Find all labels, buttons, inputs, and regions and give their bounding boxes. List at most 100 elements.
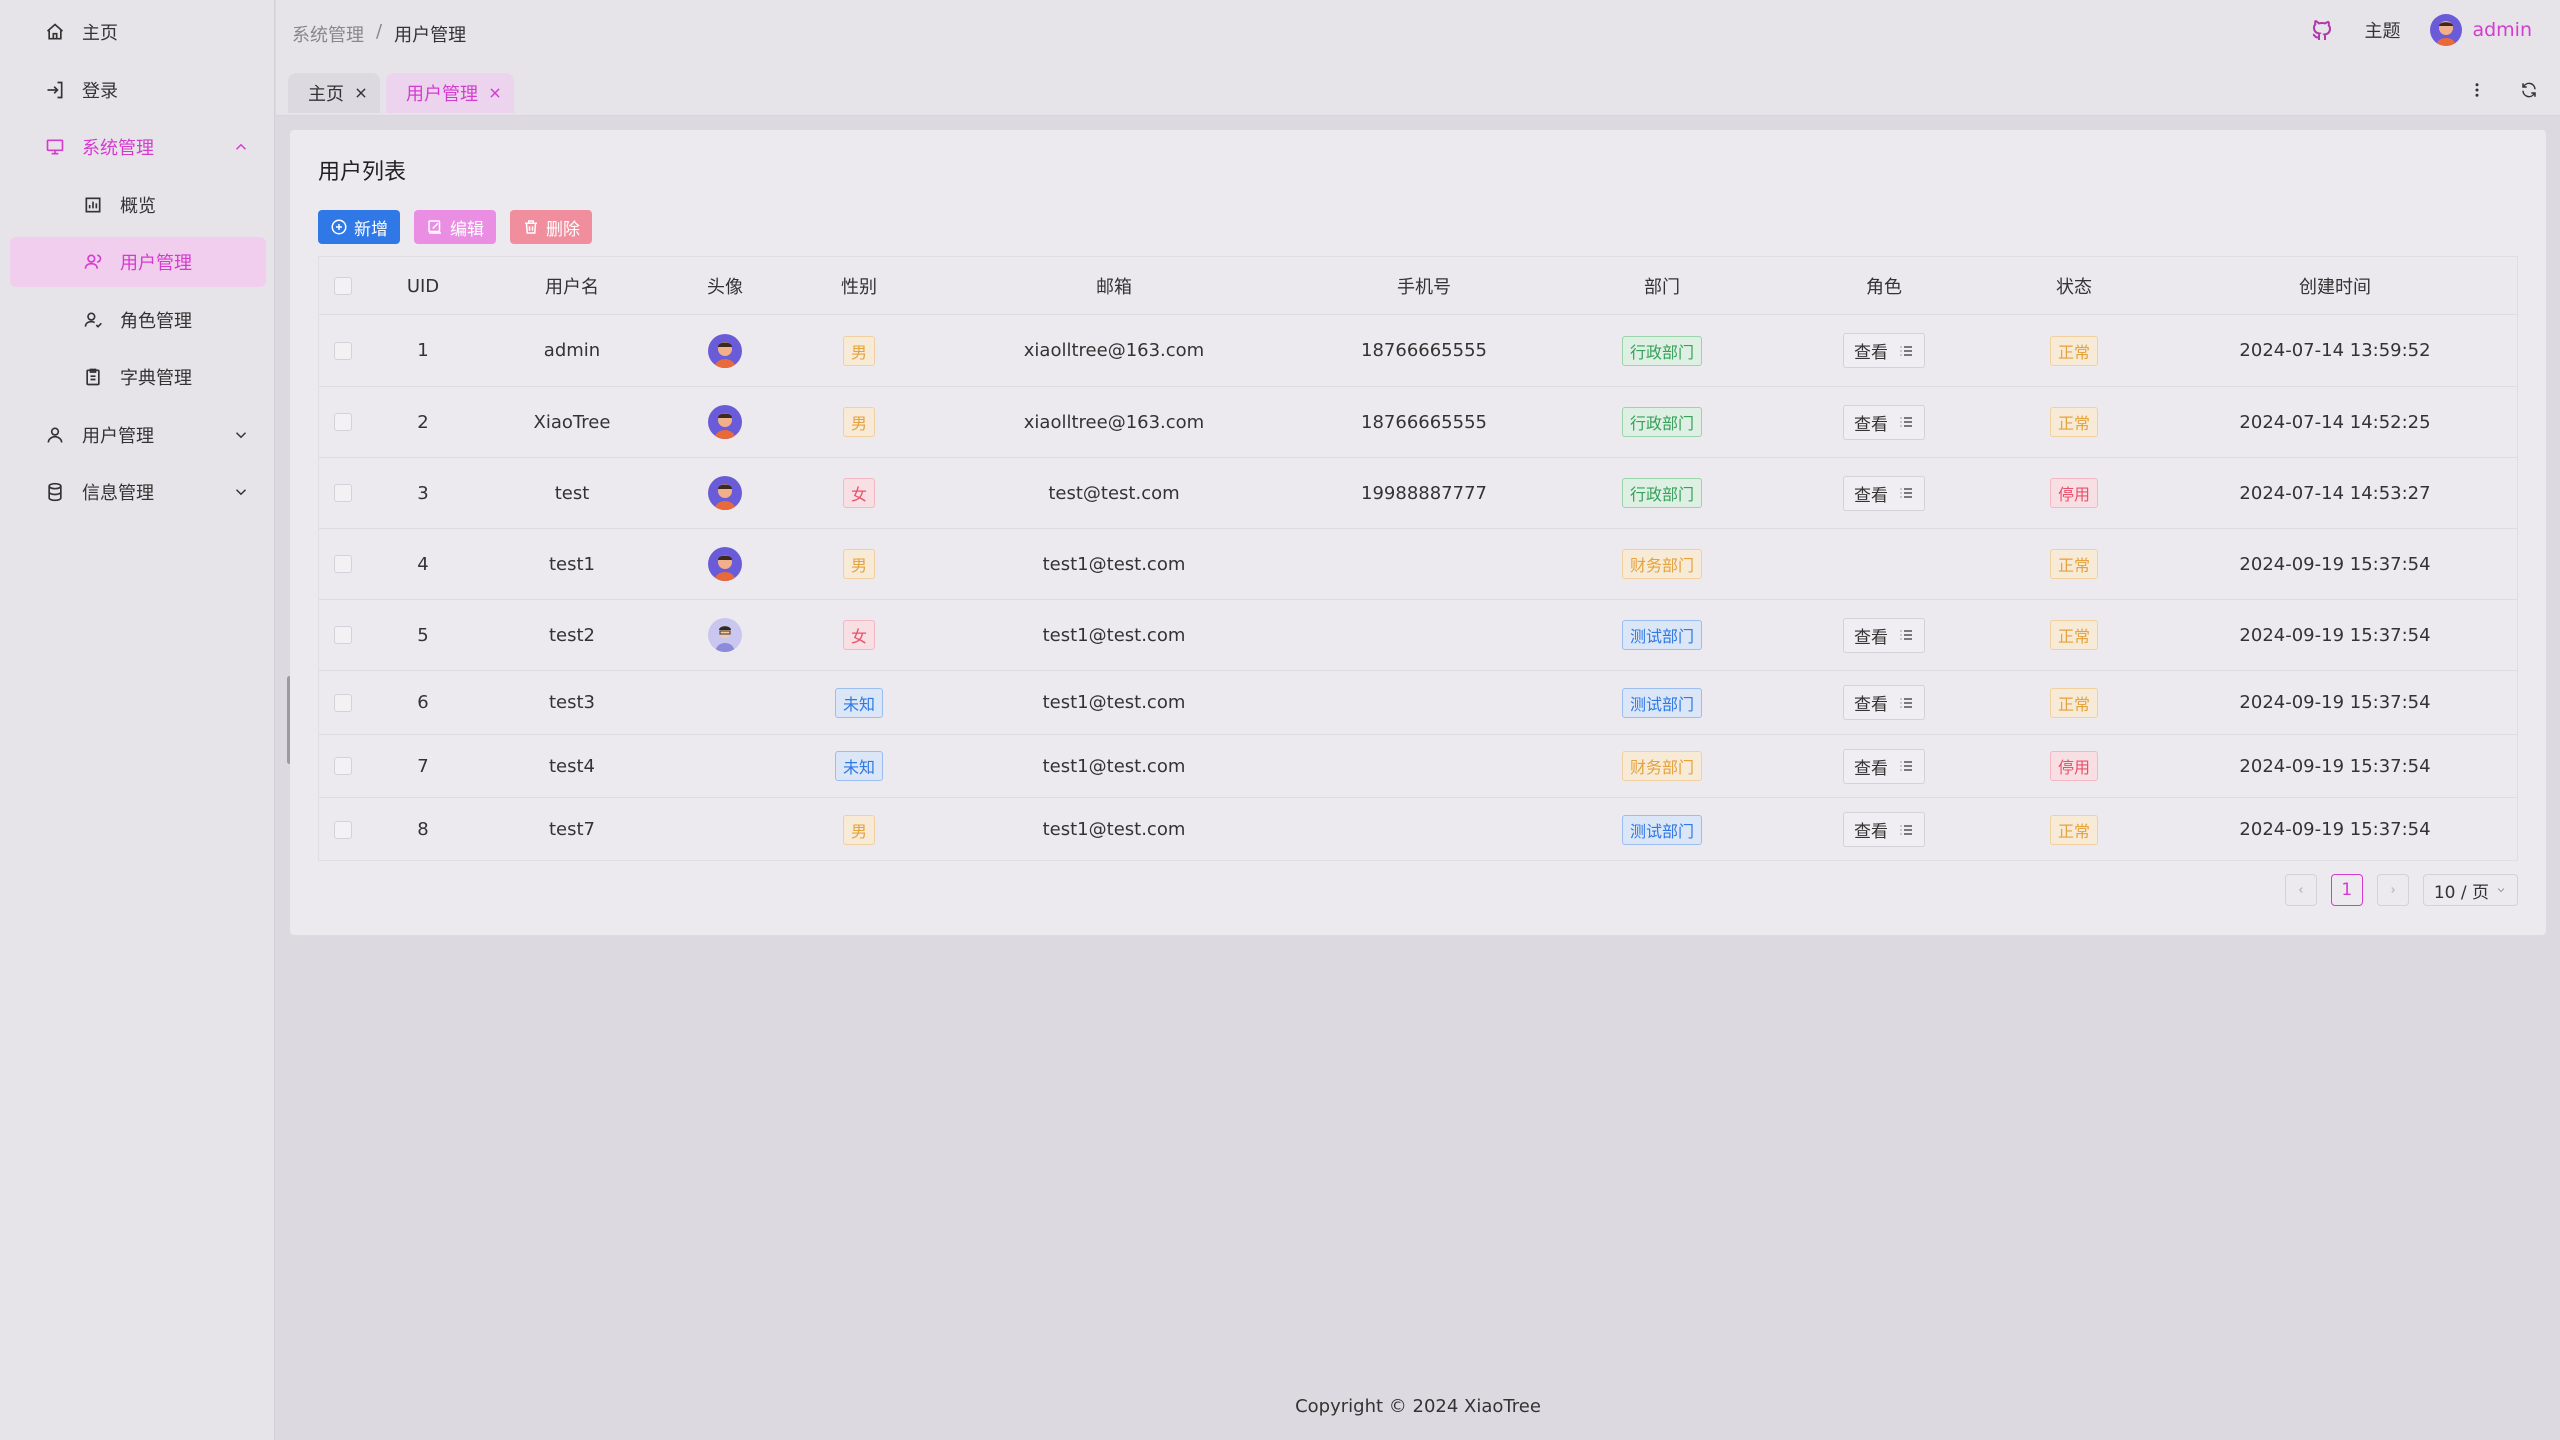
column-header[interactable]: 创建时间 — [2299, 257, 2371, 315]
prev-page-button[interactable] — [2284, 874, 2317, 906]
select-all-checkbox[interactable] — [334, 277, 352, 295]
more-vertical-icon[interactable] — [2468, 81, 2486, 99]
table-row[interactable]: 2 XiaoTree 男 xiaolltree@163.com 18766665… — [319, 387, 2517, 458]
row-checkbox[interactable] — [334, 555, 352, 573]
refresh-icon[interactable] — [2520, 81, 2538, 99]
uid-cell: 7 — [417, 755, 429, 777]
sidebar-item-roles[interactable]: 角色管理 — [10, 295, 266, 345]
github-icon[interactable] — [2310, 18, 2334, 42]
view-roles-button[interactable]: 查看 — [1843, 404, 1925, 440]
created-cell: 2024-09-19 15:37:54 — [2239, 624, 2431, 646]
sidebar-item-overview[interactable]: 概览 — [10, 180, 266, 230]
email-cell: test1@test.com — [1042, 819, 1186, 840]
row-checkbox[interactable] — [334, 413, 352, 431]
list-icon — [1900, 345, 1912, 356]
sidebar-item-label: 信息管理 — [82, 483, 154, 504]
close-icon[interactable] — [488, 86, 502, 100]
breadcrumb: 系统管理 / 用户管理 — [292, 21, 466, 47]
row-checkbox[interactable] — [334, 757, 352, 775]
table-row[interactable]: 3 test 女 test@test.com 19988887777 行政部门 … — [319, 458, 2517, 529]
tab-user-management[interactable]: 用户管理 — [386, 73, 514, 113]
user-menu[interactable]: admin — [2430, 14, 2532, 46]
status-badge: 停用 — [2049, 478, 2099, 508]
column-header[interactable]: 用户名 — [545, 257, 599, 315]
edit-button[interactable]: 编辑 — [414, 210, 496, 244]
row-checkbox[interactable] — [334, 484, 352, 502]
column-header[interactable]: UID — [407, 257, 439, 315]
add-button[interactable]: 新增 — [318, 210, 400, 244]
uid-cell: 2 — [417, 411, 429, 433]
uid-cell: 1 — [417, 340, 429, 361]
row-checkbox[interactable] — [334, 341, 352, 360]
tab-home[interactable]: 主页 — [288, 73, 380, 113]
department-tag: 测试部门 — [1621, 620, 1703, 650]
sidebar-item-dictionary[interactable]: 字典管理 — [10, 352, 266, 402]
email-cell: test1@test.com — [1042, 624, 1186, 646]
gender-tag: 男 — [842, 814, 876, 845]
column-header[interactable]: 头像 — [707, 257, 743, 315]
view-roles-label: 查看 — [1854, 485, 1888, 506]
close-icon[interactable] — [354, 86, 368, 100]
table-row[interactable]: 8 test7 男 test1@test.com 测试部门 查看 正常 2024… — [319, 798, 2517, 861]
row-checkbox[interactable] — [334, 626, 352, 644]
uid-cell: 8 — [417, 819, 429, 840]
column-header[interactable]: 部门 — [1644, 257, 1680, 315]
users-table: UID 用户名 头像 性别 邮箱 手机号 部门 角色 状态 创建时间 1 adm… — [318, 256, 2518, 861]
list-icon — [1900, 761, 1912, 771]
view-roles-button[interactable]: 查看 — [1843, 617, 1925, 653]
sidebar-item-home[interactable]: 主页 — [10, 7, 266, 57]
column-header[interactable]: 性别 — [841, 257, 877, 315]
username-cell: test — [554, 482, 590, 504]
view-roles-button[interactable]: 查看 — [1843, 475, 1925, 511]
table-row[interactable]: 4 test1 男 test1@test.com 财务部门 正常 2024-09… — [319, 529, 2517, 600]
created-cell: 2024-07-14 14:52:25 — [2239, 411, 2431, 433]
list-icon — [1900, 630, 1912, 640]
sidebar-item-user-mgmt[interactable]: 用户管理 — [10, 410, 266, 460]
department-tag: 行政部门 — [1621, 407, 1703, 437]
delete-button-label: 删除 — [546, 219, 580, 239]
page-size-select[interactable]: 10 / 页 — [2422, 874, 2518, 906]
pagination: 1 10 / 页 — [2284, 874, 2518, 906]
view-roles-label: 查看 — [1854, 822, 1888, 842]
column-header[interactable]: 邮箱 — [1096, 257, 1132, 315]
gender-tag: 女 — [842, 478, 876, 508]
delete-button[interactable]: 删除 — [510, 210, 592, 244]
view-roles-button[interactable]: 查看 — [1843, 812, 1925, 847]
row-checkbox[interactable] — [334, 820, 352, 839]
view-roles-button[interactable]: 查看 — [1843, 333, 1925, 368]
column-header[interactable]: 角色 — [1866, 257, 1902, 315]
table-row[interactable]: 6 test3 未知 test1@test.com 测试部门 查看 正常 202… — [319, 671, 2517, 735]
uid-cell: 3 — [417, 482, 429, 504]
table-header: UID 用户名 头像 性别 邮箱 手机号 部门 角色 状态 创建时间 — [319, 257, 2517, 315]
created-cell: 2024-09-19 15:37:54 — [2239, 755, 2431, 777]
username-cell: test7 — [548, 819, 596, 840]
sidebar-item-users[interactable]: 用户管理 — [10, 237, 266, 287]
view-roles-button[interactable]: 查看 — [1843, 748, 1925, 784]
row-checkbox[interactable] — [334, 693, 352, 712]
sidebar-item-system[interactable]: 系统管理 — [10, 122, 266, 172]
sidebar-item-info[interactable]: 信息管理 — [10, 467, 266, 517]
page-button[interactable]: 1 — [2330, 874, 2363, 906]
username-cell: test4 — [548, 755, 596, 777]
sidebar-item-label: 角色管理 — [120, 311, 192, 332]
theme-button[interactable]: 主题 — [2364, 17, 2400, 43]
department-tag: 行政部门 — [1621, 478, 1703, 508]
table-row[interactable]: 7 test4 未知 test1@test.com 财务部门 查看 停用 202… — [319, 735, 2517, 798]
tabs-bar: 主页 用户管理 — [276, 64, 2560, 116]
table-row[interactable]: 5 test2 女 test1@test.com 测试部门 查看 正常 2024… — [319, 600, 2517, 671]
column-header[interactable]: 手机号 — [1397, 257, 1451, 315]
next-page-button[interactable] — [2376, 874, 2409, 906]
chevron-up-icon — [235, 143, 247, 150]
phone-cell: 18766665555 — [1361, 340, 1487, 361]
gender-tag: 未知 — [834, 751, 884, 781]
column-header[interactable]: 状态 — [2056, 257, 2092, 315]
status-badge: 正常 — [2049, 407, 2099, 437]
breadcrumb-item[interactable]: 系统管理 — [292, 21, 364, 47]
created-cell: 2024-07-14 14:53:27 — [2239, 482, 2431, 504]
user-list-card: 用户列表 新增 编辑 删除 UID 用户名 头像 性别 邮箱 手机号 部门 角色… — [290, 130, 2546, 935]
table-row[interactable]: 1 admin 男 xiaolltree@163.com 18766665555… — [319, 315, 2517, 387]
sidebar-item-login[interactable]: 登录 — [10, 65, 266, 115]
view-roles-button[interactable]: 查看 — [1843, 685, 1925, 720]
username-cell: XiaoTree — [533, 411, 611, 433]
sidebar-item-label: 登录 — [82, 81, 118, 102]
